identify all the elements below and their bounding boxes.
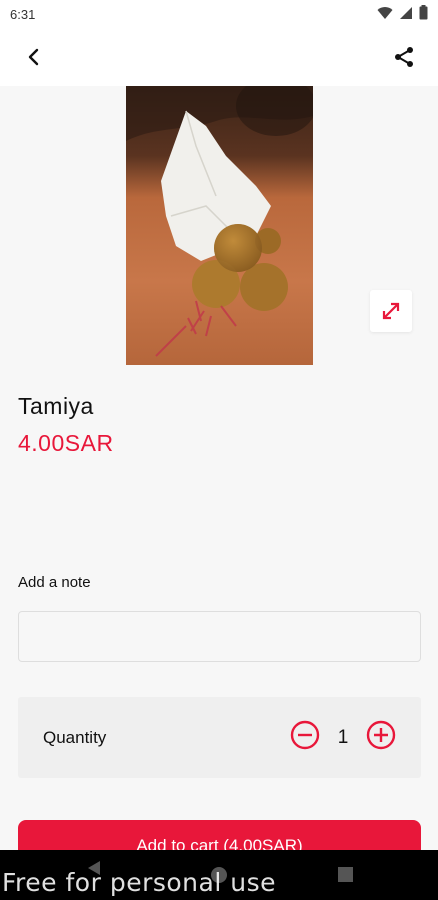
wifi-icon <box>377 6 393 23</box>
decrease-quantity-button[interactable] <box>290 720 320 755</box>
back-arrow-icon <box>28 48 39 66</box>
note-label: Add a note <box>18 574 91 591</box>
quantity-value: 1 <box>337 726 349 748</box>
expand-image-button[interactable] <box>370 290 412 332</box>
nav-recents-icon <box>338 867 353 882</box>
status-bar: 6:31 <box>0 0 438 28</box>
share-icon <box>395 47 413 67</box>
expand-icon <box>382 302 400 320</box>
product-image <box>126 86 313 365</box>
status-time: 6:31 <box>10 6 36 22</box>
product-price: 4.00SAR <box>18 430 114 456</box>
status-icons <box>377 5 428 23</box>
quantity-stepper: 1 <box>290 720 396 755</box>
watermark: Free for personal use <box>2 868 276 897</box>
plus-circle-icon <box>366 720 396 750</box>
product-name: Tamiya <box>18 393 94 419</box>
signal-icon <box>399 6 413 23</box>
minus-circle-icon <box>290 720 320 750</box>
battery-icon <box>419 5 428 23</box>
increase-quantity-button[interactable] <box>366 720 396 755</box>
falafel-photo <box>126 86 313 357</box>
back-button[interactable] <box>16 39 52 75</box>
note-input[interactable] <box>18 611 421 662</box>
quantity-box: Quantity 1 <box>18 697 421 778</box>
app-bar <box>0 28 438 86</box>
quantity-label: Quantity <box>43 727 107 747</box>
share-button[interactable] <box>386 39 422 75</box>
